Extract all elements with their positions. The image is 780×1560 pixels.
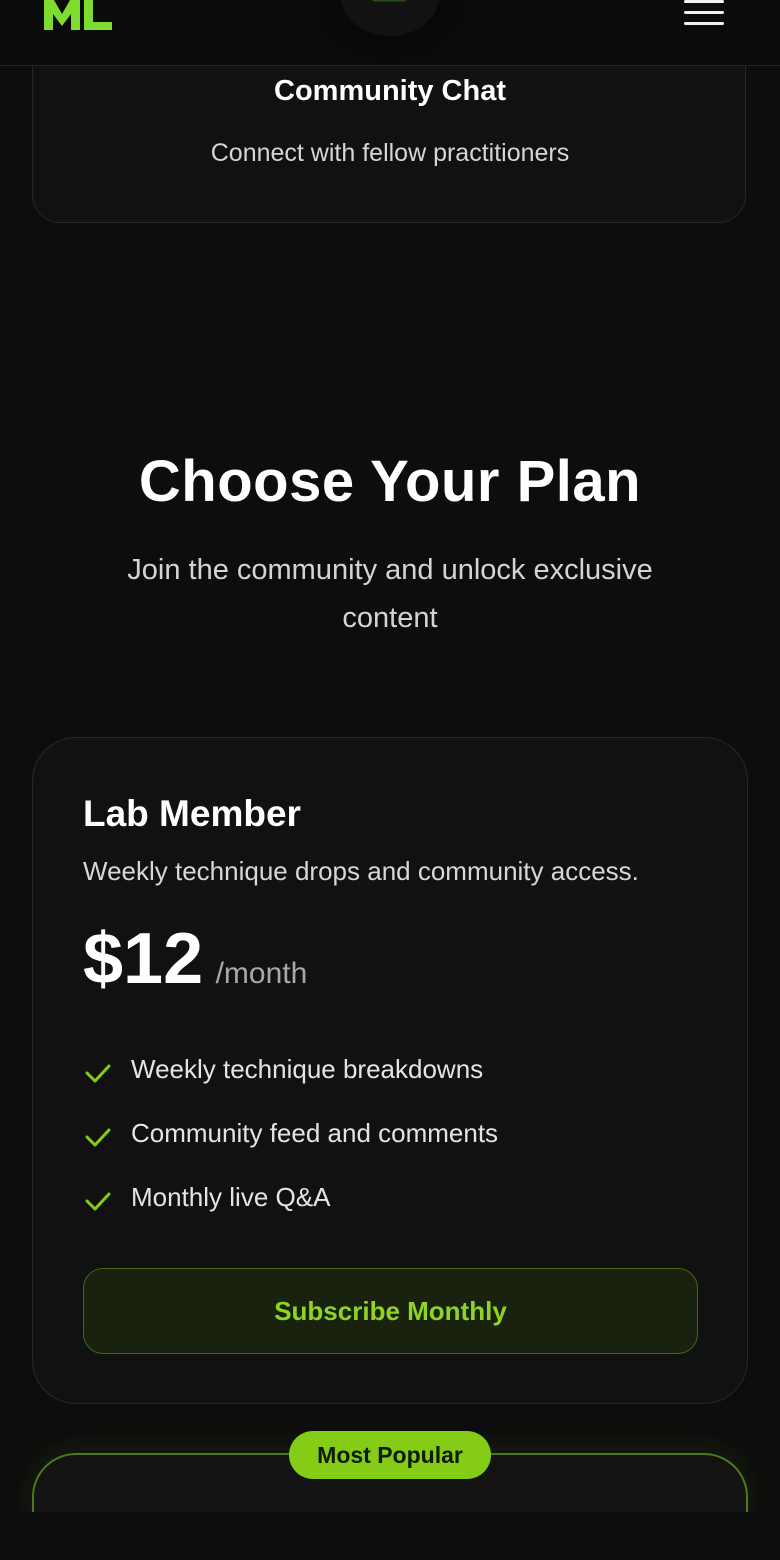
section-title: Choose Your Plan xyxy=(138,449,642,514)
feature-item: Community feed and comments xyxy=(83,1114,703,1178)
feature-text: Weekly technique breakdowns xyxy=(131,1054,484,1084)
feature-list: Weekly technique breakdowns Community fe… xyxy=(83,1050,703,1242)
feature-description: Connect with fellow practitioners xyxy=(210,139,570,167)
plan-name: Lab Member xyxy=(83,793,301,834)
feature-item: Weekly technique breakdowns xyxy=(83,1050,703,1114)
check-icon xyxy=(85,1064,111,1083)
feature-item: Monthly live Q&A xyxy=(83,1178,703,1242)
most-popular-badge: Most Popular xyxy=(289,1431,491,1479)
hamburger-menu-icon[interactable] xyxy=(680,0,726,28)
check-icon xyxy=(85,1192,111,1211)
bottom-safe-area xyxy=(0,1512,780,1560)
plan-card-lab-member: Lab Member Weekly technique drops and co… xyxy=(32,737,748,1404)
price-amount: $12 xyxy=(83,919,204,999)
page: Community Chat Connect with fellow pract… xyxy=(0,0,780,1560)
feature-title: Community Chat xyxy=(274,75,506,107)
top-nav-header xyxy=(0,0,780,66)
feature-text: Monthly live Q&A xyxy=(131,1182,331,1212)
feature-text: Community feed and comments xyxy=(131,1118,499,1148)
section-subtitle: Join the community and unlock exclusive … xyxy=(127,554,653,634)
chat-bubble-icon[interactable] xyxy=(340,0,440,36)
logo[interactable] xyxy=(40,0,114,34)
price-period: /month xyxy=(215,957,308,990)
price-row: $12 /month xyxy=(83,918,307,1008)
subscribe-monthly-button[interactable]: Subscribe Monthly xyxy=(83,1268,698,1354)
check-icon xyxy=(85,1128,111,1147)
plan-description: Weekly technique drops and community acc… xyxy=(83,856,639,886)
